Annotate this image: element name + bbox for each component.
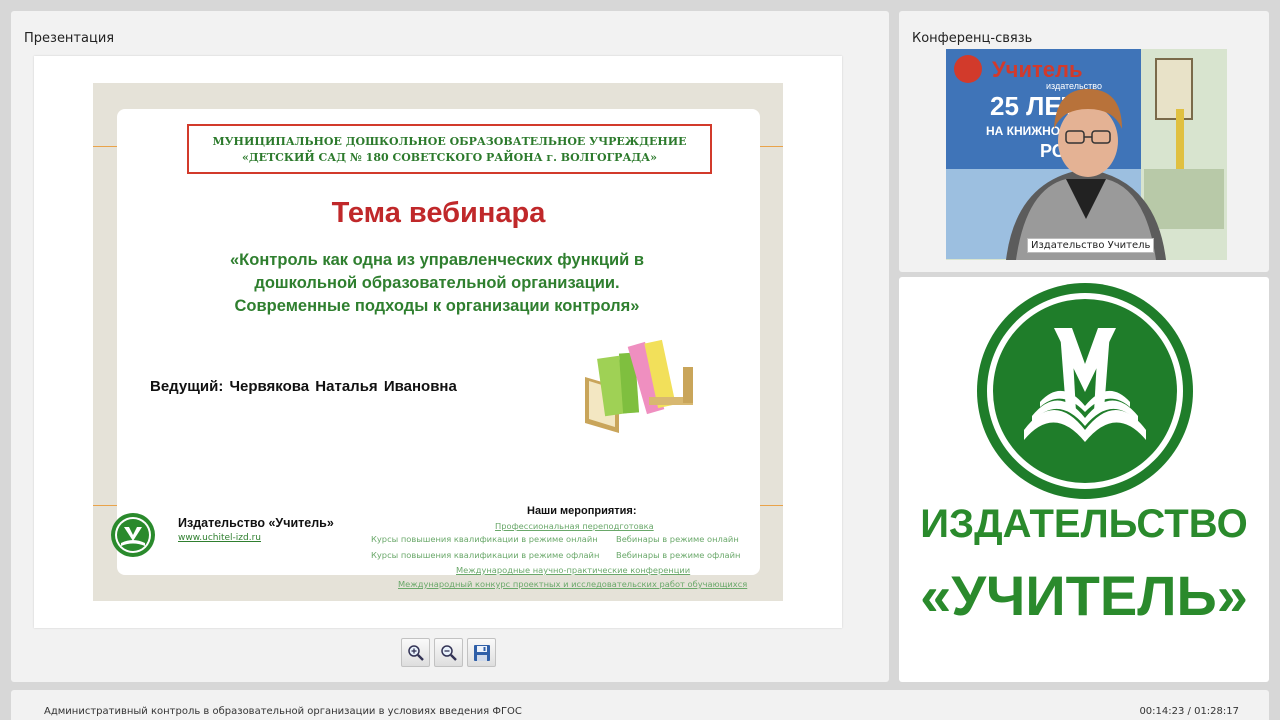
banner-text: Учитель [992,57,1083,82]
zoom-in-icon [407,644,424,661]
video-label: Издательство Учитель [1027,238,1155,253]
event-item: Вебинары в режиме офлайн [616,550,741,560]
bottom-bar: Административный контроль в образователь… [11,690,1269,720]
slide-content: МУНИЦИПАЛЬНОЕ ДОШКОЛЬНОЕ ОБРАЗОВАТЕЛЬНОЕ… [111,109,760,589]
topic-line-1: «Контроль как одна из управленческих фун… [230,251,644,269]
event-item: Курсы повышения квалификации в режиме оф… [371,550,600,560]
publisher-logo-icon [977,283,1193,499]
school-line-1: МУНИЦИПАЛЬНОЕ ДОШКОЛЬНОЕ ОБРАЗОВАТЕЛЬНОЕ… [212,135,687,148]
publisher-url[interactable]: www.uchitel-izd.ru [178,533,261,543]
event-item: Вебинары в режиме онлайн [616,534,739,544]
topic-line-2: дошкольной образовательной организации. [254,274,620,292]
topic-line-3: Современные подходы к организации контро… [234,297,640,315]
events-heading: Наши мероприятия: [527,505,637,517]
event-item: Профессиональная переподготовка [495,521,654,531]
webinar-heading: Тема вебинара [331,197,546,229]
video-feed[interactable]: Учитель издательство 25 ЛЕТ НА КНИЖНОМ Р… [946,49,1227,260]
playback-time: 00:14:23 / 01:28:17 [1139,706,1239,717]
logo-panel-content: ИЗДАТЕЛЬСТВО «УЧИТЕЛЬ» [899,277,1269,682]
save-icon [473,644,490,661]
slide: МУНИЦИПАЛЬНОЕ ДОШКОЛЬНОЕ ОБРАЗОВАТЕЛЬНОЕ… [93,83,783,601]
zoom-out-button[interactable] [434,638,463,667]
conference-panel-title: Конференц-связь [912,31,1033,46]
video-frame: Учитель издательство 25 ЛЕТ НА КНИЖНОМ Р… [946,49,1227,260]
school-name-box: МУНИЦИПАЛЬНОЕ ДОШКОЛЬНОЕ ОБРАЗОВАТЕЛЬНОЕ… [187,124,712,174]
zoom-out-icon [440,644,457,661]
save-button[interactable] [467,638,496,667]
publisher-mini-logo [111,513,155,557]
presentation-panel: Презентация МУНИЦИПАЛЬНОЕ ДОШКОЛЬНОЕ ОБР… [11,11,889,682]
presentation-toolbar [401,638,496,668]
event-item: Международный конкурс проектных и исслед… [398,579,748,589]
school-line-2: «ДЕТСКИЙ САД № 180 СОВЕТСКОГО РАЙОНА г. … [241,151,658,164]
logo-word-name: «УЧИТЕЛЬ» [920,564,1248,627]
host-name: Ведущий: Червякова Наталья Ивановна [150,378,457,395]
webinar-title: Административный контроль в образователь… [44,706,522,717]
publisher-logo-panel: ИЗДАТЕЛЬСТВО «УЧИТЕЛЬ» [899,277,1269,682]
slide-viewer[interactable]: МУНИЦИПАЛЬНОЕ ДОШКОЛЬНОЕ ОБРАЗОВАТЕЛЬНОЕ… [34,56,842,628]
logo-word-publisher: ИЗДАТЕЛЬСТВО [920,502,1248,546]
conference-panel: Конференц-связь Учитель издательство 25 … [899,11,1269,272]
event-item: Международные научно-практические конфер… [456,565,691,575]
presentation-panel-title: Презентация [24,31,115,46]
publisher-name: Издательство «Учитель» [178,516,334,530]
books-illustration [585,339,693,433]
webinar-topic: «Контроль как одна из управленческих фун… [137,249,737,318]
zoom-in-button[interactable] [401,638,430,667]
event-item: Курсы повышения квалификации в режиме он… [371,534,598,544]
